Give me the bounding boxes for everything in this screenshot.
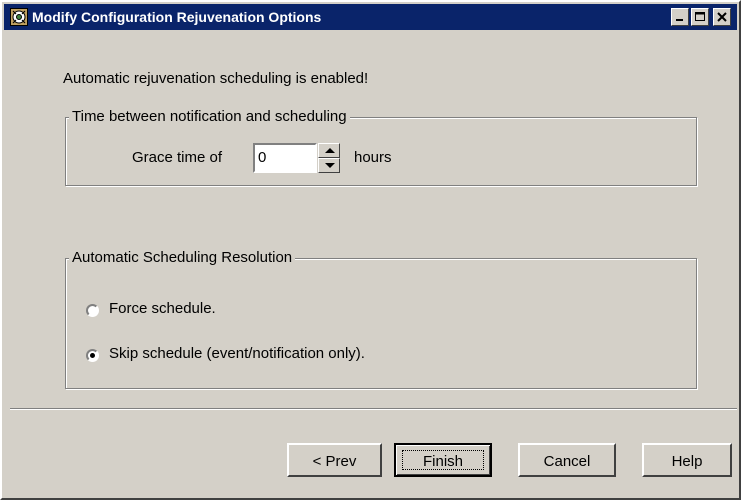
- button-separator: [10, 408, 737, 410]
- grace-time-group: Time between notification and scheduling…: [65, 108, 697, 186]
- grace-time-spinner: [318, 143, 340, 173]
- finish-button[interactable]: Finish: [394, 443, 492, 477]
- spin-up-button[interactable]: [318, 143, 340, 158]
- maximize-button[interactable]: [691, 8, 709, 26]
- help-button-label: Help: [671, 453, 703, 470]
- arrow-down-icon: [325, 163, 335, 168]
- resolution-group-title: Automatic Scheduling Resolution: [69, 249, 296, 266]
- prev-button-label: < Prev: [312, 453, 357, 470]
- force-schedule-label[interactable]: Force schedule.: [109, 300, 216, 317]
- finish-button-label: Finish: [422, 453, 463, 470]
- grace-prefix-label: Grace time of: [132, 149, 223, 166]
- app-icon: [10, 8, 28, 26]
- skip-schedule-radio[interactable]: [86, 349, 99, 362]
- dialog-content: Automatic rejuvenation scheduling is ena…: [4, 30, 737, 496]
- grace-time-input[interactable]: 0: [253, 143, 317, 173]
- prev-button[interactable]: < Prev: [287, 443, 382, 477]
- minimize-button[interactable]: [671, 8, 689, 26]
- scheduling-resolution-group: Automatic Scheduling Resolution Force sc…: [65, 249, 697, 389]
- cancel-button-label: Cancel: [543, 453, 591, 470]
- maximize-icon: [695, 12, 705, 21]
- arrow-up-icon: [325, 148, 335, 153]
- help-button[interactable]: Help: [642, 443, 732, 477]
- close-button[interactable]: [713, 8, 731, 26]
- force-schedule-radio[interactable]: [86, 304, 99, 317]
- spin-down-button[interactable]: [318, 158, 340, 173]
- close-icon: [717, 12, 727, 22]
- status-message: Automatic rejuvenation scheduling is ena…: [63, 70, 369, 87]
- skip-schedule-label[interactable]: Skip schedule (event/notification only).: [109, 345, 365, 362]
- title-bar[interactable]: Modify Configuration Rejuvenation Option…: [4, 4, 737, 30]
- minimize-icon: [676, 19, 683, 21]
- dialog-window: Modify Configuration Rejuvenation Option…: [0, 0, 741, 500]
- radio-selected-dot: [90, 353, 95, 358]
- cancel-button[interactable]: Cancel: [518, 443, 616, 477]
- window-title: Modify Configuration Rejuvenation Option…: [32, 9, 322, 25]
- grace-unit-label: hours: [354, 149, 392, 166]
- grace-group-title: Time between notification and scheduling: [69, 108, 350, 125]
